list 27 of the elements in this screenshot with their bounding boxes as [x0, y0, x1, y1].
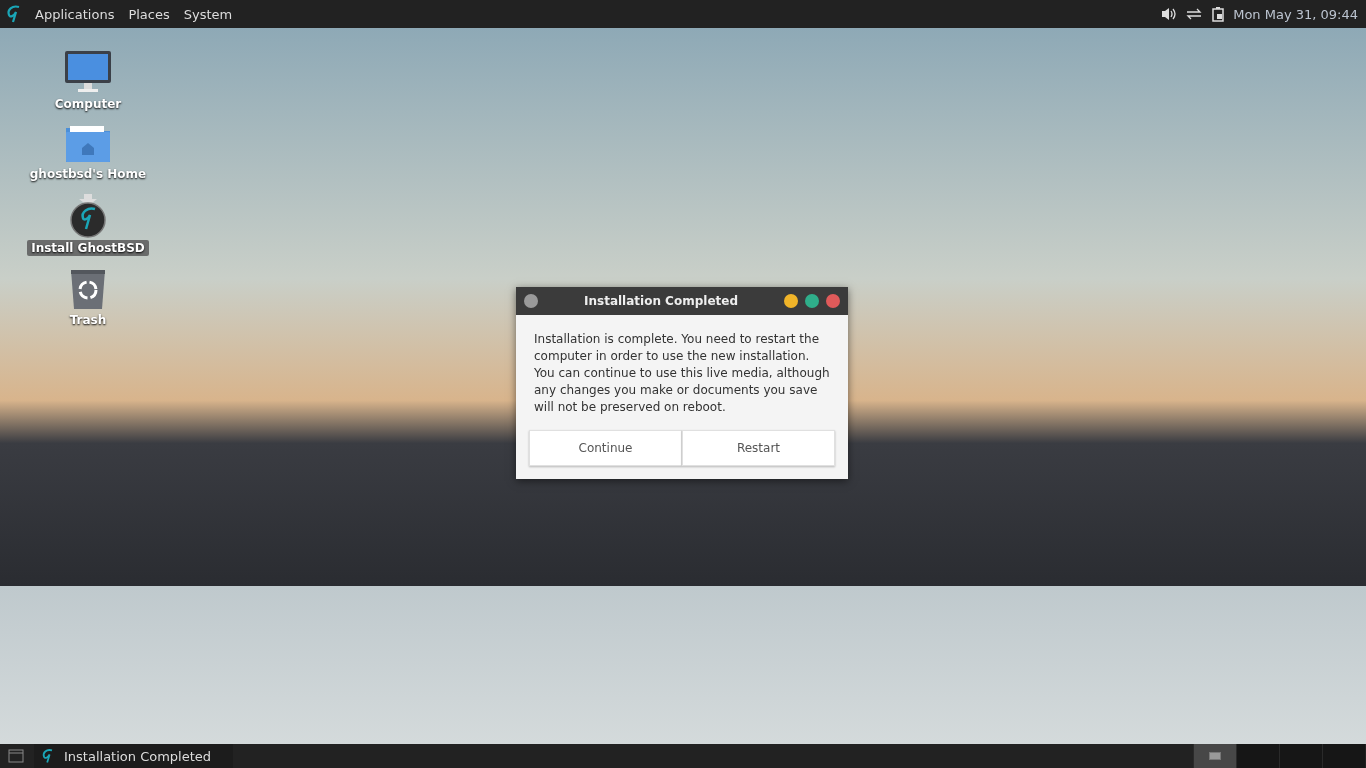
close-icon[interactable]	[826, 294, 840, 308]
battery-icon[interactable]	[1211, 6, 1226, 22]
task-label: Installation Completed	[64, 748, 212, 764]
workspace-switch[interactable]	[1279, 744, 1322, 768]
menu-item[interactable]: System	[180, 4, 236, 24]
workspace-switch[interactable]	[1322, 744, 1365, 768]
dialog-button[interactable]: Restart	[682, 430, 835, 466]
minimize-icon[interactable]	[784, 294, 798, 308]
desktop-icon-label[interactable]: Install GhostBSD	[27, 240, 149, 256]
clock[interactable]: Mon May 31, 09:44	[1233, 6, 1358, 22]
trash-icon	[69, 268, 107, 310]
window-thumbnail	[1209, 752, 1221, 760]
monitor-icon	[64, 50, 112, 94]
home-folder-icon	[64, 124, 112, 164]
installer-icon	[69, 194, 107, 238]
maximize-icon[interactable]	[805, 294, 819, 308]
volume-icon[interactable]	[1161, 7, 1178, 21]
workspace-switch[interactable]	[1236, 744, 1279, 768]
menu-item[interactable]: Applications	[32, 4, 118, 24]
dialog-message: Installation is complete. You need to restart the computer in order to use the new installation. You can continue to use this live media, although any changes you make or documents you save will not be preserved on reboot.	[534, 331, 830, 416]
taskbar-item[interactable]: Installation Completed	[34, 744, 234, 768]
menu-item[interactable]: Places	[125, 4, 173, 24]
menu-dot-icon[interactable]	[524, 294, 538, 308]
network-arrows-icon[interactable]	[1185, 7, 1204, 21]
workspace-switch[interactable]	[1193, 744, 1236, 768]
window-title: Installation Completed	[583, 294, 739, 308]
dialog-button[interactable]: Continue	[529, 430, 682, 466]
